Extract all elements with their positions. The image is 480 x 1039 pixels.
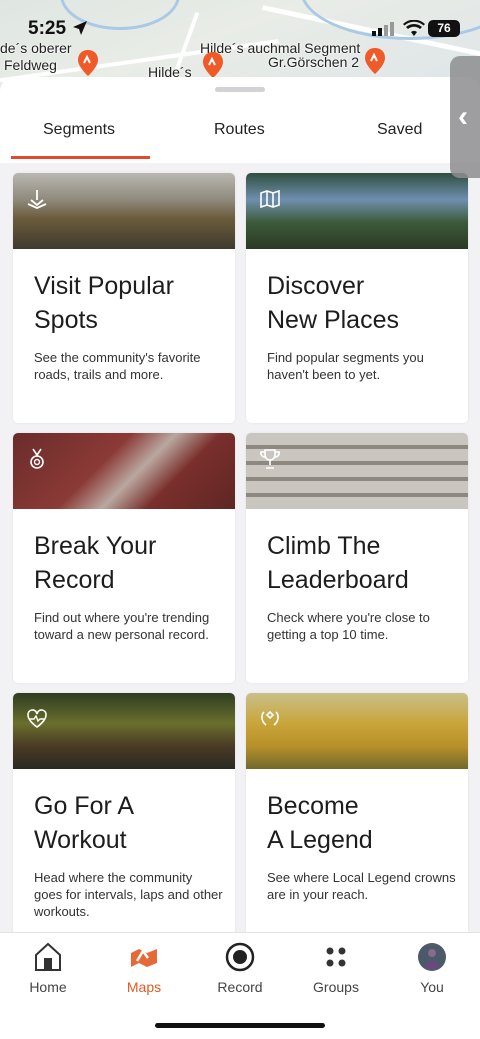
card-title: Climb The Leaderboard bbox=[267, 532, 409, 594]
card-break-your-record[interactable]: Break Your Record Find out where you're t… bbox=[13, 433, 235, 683]
card-climb-the-leaderboard[interactable]: Climb The Leaderboard Check where you're … bbox=[246, 433, 468, 683]
card-title: Visit Popular Spots bbox=[34, 272, 174, 334]
explore-sheet: Segments Routes Saved Visit Popular Spots… bbox=[0, 77, 480, 1039]
nav-groups[interactable]: Groups bbox=[288, 933, 384, 1003]
trophy-icon bbox=[260, 449, 280, 469]
card-image bbox=[13, 693, 235, 769]
sheet-grabber[interactable] bbox=[215, 87, 265, 92]
card-description: See the community's favorite roads, trai… bbox=[34, 350, 201, 382]
map-icon bbox=[260, 189, 280, 209]
wifi-icon bbox=[403, 20, 425, 36]
status-time: 5:25 bbox=[28, 18, 67, 39]
card-image bbox=[246, 173, 468, 249]
segment-pin-icon[interactable] bbox=[203, 52, 223, 78]
nav-you[interactable]: You bbox=[384, 933, 480, 1003]
tab-segments[interactable]: Segments bbox=[43, 121, 115, 139]
card-go-for-a-workout[interactable]: Go For A Workout Head where the community… bbox=[13, 693, 235, 943]
segment-pin-icon[interactable] bbox=[365, 48, 385, 74]
home-indicator[interactable] bbox=[155, 1023, 325, 1028]
card-description: Check where you're close to getting a to… bbox=[267, 610, 430, 642]
card-description: Find popular segments you haven't been t… bbox=[267, 350, 424, 382]
card-title: Discover New Places bbox=[267, 272, 399, 334]
laurel-icon bbox=[261, 710, 279, 726]
card-description: Find out where you're trending toward a … bbox=[34, 610, 210, 642]
segment-pin-icon[interactable] bbox=[78, 50, 98, 76]
nav-maps[interactable]: Maps bbox=[96, 933, 192, 1003]
card-title: Go For A Workout bbox=[34, 792, 135, 854]
chevron-left-icon: ‹ bbox=[458, 100, 468, 133]
groups-icon bbox=[326, 947, 346, 967]
status-bar: 5:25 76 bbox=[0, 0, 480, 50]
tab-routes[interactable]: Routes bbox=[214, 121, 265, 139]
card-visit-popular-spots[interactable]: Visit Popular Spots See the community's f… bbox=[13, 173, 235, 423]
nav-record[interactable]: Record bbox=[192, 933, 288, 1003]
record-icon bbox=[225, 942, 255, 972]
heartbeat-icon bbox=[27, 709, 47, 728]
card-image bbox=[246, 693, 468, 769]
card-image bbox=[13, 433, 235, 509]
map-pin-icon bbox=[27, 190, 47, 209]
signal-icon bbox=[372, 22, 394, 36]
card-description: Head where the community goes for interv… bbox=[34, 870, 223, 919]
maps-icon bbox=[131, 948, 157, 967]
home-icon bbox=[35, 942, 61, 971]
nav-home[interactable]: Home bbox=[0, 933, 96, 1003]
medal-icon bbox=[30, 448, 44, 469]
battery-indicator: 76 bbox=[428, 20, 460, 37]
card-discover-new-places[interactable]: Discover New Places Find popular segments… bbox=[246, 173, 468, 423]
avatar bbox=[418, 943, 446, 971]
card-description: See where Local Legend crowns are in you… bbox=[267, 870, 456, 902]
card-image bbox=[246, 433, 468, 509]
tab-saved[interactable]: Saved bbox=[377, 121, 422, 139]
location-arrow-icon bbox=[73, 21, 87, 35]
map-label: Feldweg bbox=[4, 57, 57, 73]
active-tab-indicator bbox=[11, 156, 150, 159]
side-panel-handle[interactable]: ‹ bbox=[450, 56, 480, 178]
map-label: Gr.Görschen 2 bbox=[268, 54, 360, 70]
sheet-header: Segments Routes Saved bbox=[0, 77, 480, 163]
card-title: Become A Legend bbox=[267, 792, 373, 854]
card-become-a-legend[interactable]: Become A Legend See where Local Legend cr… bbox=[246, 693, 468, 943]
card-image bbox=[13, 173, 235, 249]
card-title: Break Your Record bbox=[34, 532, 157, 594]
